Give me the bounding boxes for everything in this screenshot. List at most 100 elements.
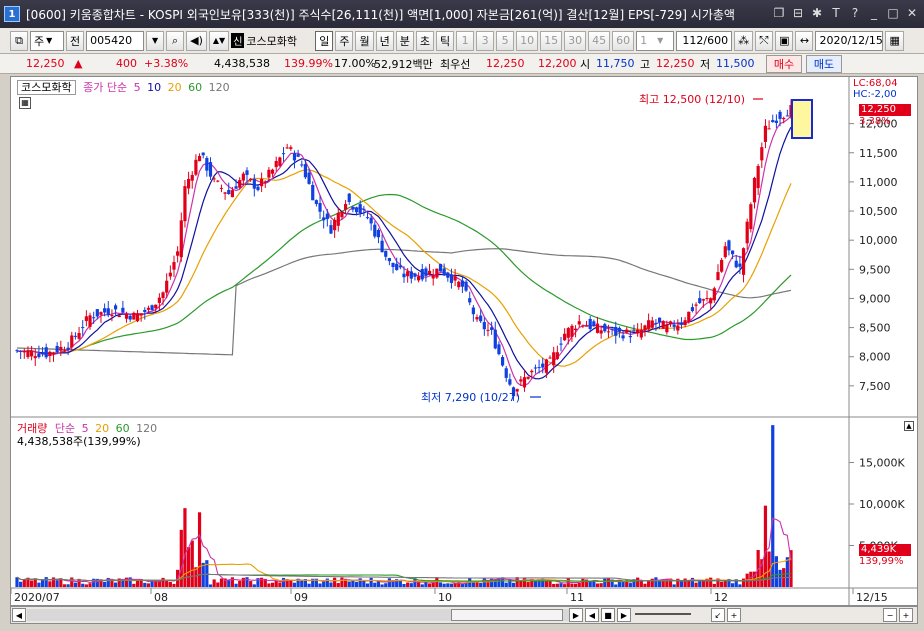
draw-tool-icon[interactable]: ⤲: [755, 30, 774, 51]
jeon-button[interactable]: 전: [66, 30, 85, 51]
volume-bar: [252, 584, 256, 587]
play-back-icon[interactable]: ◀: [585, 608, 599, 622]
candle-body: [340, 211, 344, 218]
volume-bar: [479, 583, 483, 587]
font-icon[interactable]: T: [828, 5, 844, 21]
buy-button[interactable]: 매수: [766, 55, 802, 73]
chart-scrollbar[interactable]: ◀ ▶ ◀ ■ ▶ ↙ + − +: [10, 606, 918, 624]
sound-icon[interactable]: ◀): [186, 30, 207, 51]
candle-body: [727, 240, 731, 251]
period-tab-day[interactable]: 일: [315, 30, 334, 51]
period-tab-second[interactable]: 초: [415, 30, 434, 51]
prev-icon[interactable]: ▲▼: [208, 30, 230, 51]
volume-bar: [212, 579, 216, 587]
market-type-select[interactable]: 주 ▼: [30, 30, 64, 51]
candle-body: [260, 178, 264, 187]
candle-body: [387, 258, 391, 262]
candle-body: [500, 357, 505, 366]
settings-icon[interactable]: ⊟: [790, 5, 806, 21]
minimize-icon[interactable]: _: [866, 5, 882, 21]
candle-body: [782, 117, 786, 120]
scroll-thumb[interactable]: [451, 609, 563, 621]
save-icon[interactable]: ▣: [775, 30, 794, 51]
candle-body: [767, 128, 771, 130]
candle-body: [468, 298, 472, 303]
candle-body: [610, 329, 614, 331]
search-icon[interactable]: ⌕: [166, 30, 185, 51]
zoom-reset-icon[interactable]: ↙: [711, 608, 725, 622]
candle-body: [84, 316, 88, 322]
stock-code-input[interactable]: 005420: [86, 30, 145, 51]
speed-slider[interactable]: [635, 613, 691, 615]
interval-45[interactable]: 45: [588, 30, 611, 51]
candle-body: [373, 224, 377, 237]
code-dropdown-icon[interactable]: ▼: [146, 30, 165, 51]
interval-5[interactable]: 5: [496, 30, 515, 51]
volume-bar: [340, 577, 344, 587]
zoom-in-icon[interactable]: +: [727, 608, 741, 622]
period-tab-minute[interactable]: 분: [395, 30, 414, 51]
candle-body: [471, 307, 475, 315]
volume-bar: [643, 583, 647, 587]
volume-bar: [241, 577, 245, 587]
volume-bar: [292, 582, 297, 587]
legend-stock-name[interactable]: 코스모화학: [17, 80, 76, 95]
selection-box[interactable]: [791, 99, 813, 139]
volume-bar: [515, 577, 519, 587]
close-icon[interactable]: ✕: [904, 5, 920, 21]
layout-icon[interactable]: ⧉: [10, 30, 28, 51]
candle-body: [88, 315, 92, 327]
play-forward-icon[interactable]: ▶: [617, 608, 631, 622]
calendar-icon[interactable]: ▦: [885, 30, 904, 51]
sell-button[interactable]: 매도: [806, 55, 842, 73]
volume-bar: [143, 582, 147, 587]
candle-body: [48, 351, 52, 356]
window-icon[interactable]: 1: [4, 6, 20, 22]
volume-bar: [227, 580, 231, 587]
candle-body: [183, 186, 187, 222]
chart-area[interactable]: 12,000 11,500 11,000 10,500 10,000 9,500 9,000…: [10, 76, 918, 606]
volume-bar: [307, 583, 311, 587]
hc-value: HC:-2,00: [853, 89, 897, 100]
candle-body: [40, 352, 45, 355]
interval-30[interactable]: 30: [564, 30, 587, 51]
interval-select[interactable]: 1 ▼: [636, 30, 675, 51]
interval-3[interactable]: 3: [476, 30, 495, 51]
volume-bar: [438, 582, 443, 587]
data-count-input[interactable]: 112/600: [676, 30, 733, 51]
price-tick-label: 10,000: [859, 234, 898, 247]
candle-body: [95, 309, 99, 317]
help-icon[interactable]: ?: [847, 5, 863, 21]
candle-body: [395, 263, 399, 271]
restore-icon[interactable]: ❐: [771, 5, 787, 21]
volume-bar: [599, 583, 603, 587]
pin-icon[interactable]: ✱: [809, 5, 825, 21]
maximize-icon[interactable]: □: [885, 5, 901, 21]
scroll-right-icon[interactable]: ▶: [569, 608, 583, 622]
stop-icon[interactable]: ■: [601, 608, 615, 622]
interval-60[interactable]: 60: [612, 30, 635, 51]
volume-bar: [40, 580, 45, 587]
price-tick-label: 8,000: [859, 351, 891, 364]
sync-icon[interactable]: ↔: [795, 30, 814, 51]
indicator-icon[interactable]: ⁂: [734, 30, 754, 51]
period-tab-month[interactable]: 월: [355, 30, 374, 51]
period-tab-tick[interactable]: 틱: [435, 30, 455, 51]
interval-1[interactable]: 1: [456, 30, 475, 51]
volume-bar: [30, 580, 34, 587]
grid-toggle-icon[interactable]: ▦: [19, 97, 31, 109]
volume-tick-label: 10,000K: [859, 498, 905, 511]
candle-body: [121, 307, 125, 313]
volume-bar: [81, 583, 85, 587]
interval-15[interactable]: 15: [540, 30, 563, 51]
scroll-left-icon[interactable]: ◀: [12, 608, 26, 622]
panel-collapse-icon[interactable]: ▲: [904, 421, 914, 431]
period-tab-week[interactable]: 주: [335, 30, 354, 51]
volume-bar: [522, 577, 527, 587]
date-input[interactable]: 2020/12/15: [815, 30, 884, 51]
interval-10[interactable]: 10: [516, 30, 539, 51]
zoom-out-icon[interactable]: −: [883, 608, 897, 622]
candle-body: [267, 169, 271, 178]
period-tab-year[interactable]: 년: [375, 30, 394, 51]
zoom-plus-icon[interactable]: +: [899, 608, 913, 622]
